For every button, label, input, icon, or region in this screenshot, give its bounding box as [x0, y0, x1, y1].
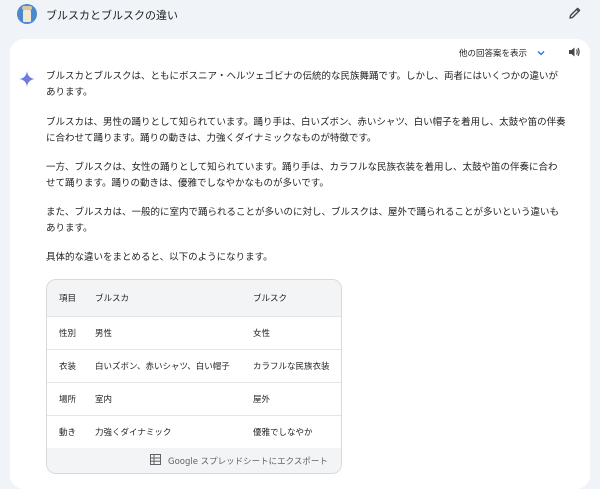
gemini-spark-icon [19, 71, 35, 87]
response-paragraph: ブルスカとブルスクは、ともにボスニア・ヘルツェゴビナの伝統的な民族舞踊です。しか… [46, 71, 559, 98]
table-cell: 屋外 [253, 395, 271, 405]
table-cell: 優雅でしなやか [253, 428, 313, 438]
table-cell: 場所 [59, 395, 77, 405]
table-header-cell: ブルスク [253, 294, 288, 304]
table-row: 性別 男性 女性 [47, 316, 341, 349]
conversation-title[interactable]: ブルスカとブルスクの違い [46, 7, 178, 23]
response-paragraph: また、ブルスカは、一般的に室内で踊られることが多いのに対し、ブルスクは、屋外で踊… [46, 207, 560, 234]
table-cell: 白いズボン、赤いシャツ、白い帽子 [95, 362, 230, 372]
top-bar: ブルスカとブルスクの違い [0, 0, 600, 32]
table-cell: 衣装 [59, 362, 77, 372]
table-cell: 力強くダイナミック [95, 428, 172, 438]
avatar[interactable] [17, 4, 37, 24]
table-cell: 動き [59, 428, 77, 438]
table-cell: 性別 [59, 329, 77, 339]
response-paragraph: 具体的な違いをまとめると、以下のようになります。 [46, 252, 273, 263]
table-cell: 女性 [253, 329, 271, 339]
table-row: 衣装 白いズボン、赤いシャツ、白い帽子 カラフルな民族衣装 [47, 349, 341, 382]
table-header-cell: ブルスカ [95, 294, 130, 304]
table-row: 場所 室内 屋外 [47, 382, 341, 415]
chevron-down-icon[interactable] [536, 48, 546, 58]
pencil-icon[interactable] [568, 6, 582, 20]
response-paragraph: ブルスカは、男性の踊りとして知られています。踊り手は、白いズボン、赤いシャツ、白… [46, 117, 566, 144]
avatar-figure [23, 8, 31, 22]
table-header-cell: 項目 [59, 294, 77, 304]
table-row: 動き 力強くダイナミック 優雅でしなやか [47, 415, 341, 448]
table-cell: 男性 [95, 329, 113, 339]
response-paragraph: 一方、ブルスクは、女性の踊りとして知られています。踊り手は、カラフルな民族衣装を… [46, 162, 558, 189]
export-to-sheets-button[interactable]: Google スプレッドシートにエクスポート [168, 455, 328, 467]
show-drafts-button[interactable]: 他の回答案を表示 [459, 47, 527, 59]
table-header-row: 項目 ブルスカ ブルスク [47, 280, 341, 316]
speaker-icon[interactable] [567, 45, 581, 59]
table-cell: 室内 [95, 395, 113, 405]
export-bar[interactable]: Google スプレッドシートにエクスポート [47, 448, 341, 473]
table-cell: カラフルな民族衣装 [253, 362, 330, 372]
comparison-table: 項目 ブルスカ ブルスク 性別 男性 女性 衣装 白いズボン、赤いシャツ、白い帽… [46, 279, 342, 474]
sheets-icon [150, 454, 161, 465]
avatar-hat [22, 6, 32, 10]
